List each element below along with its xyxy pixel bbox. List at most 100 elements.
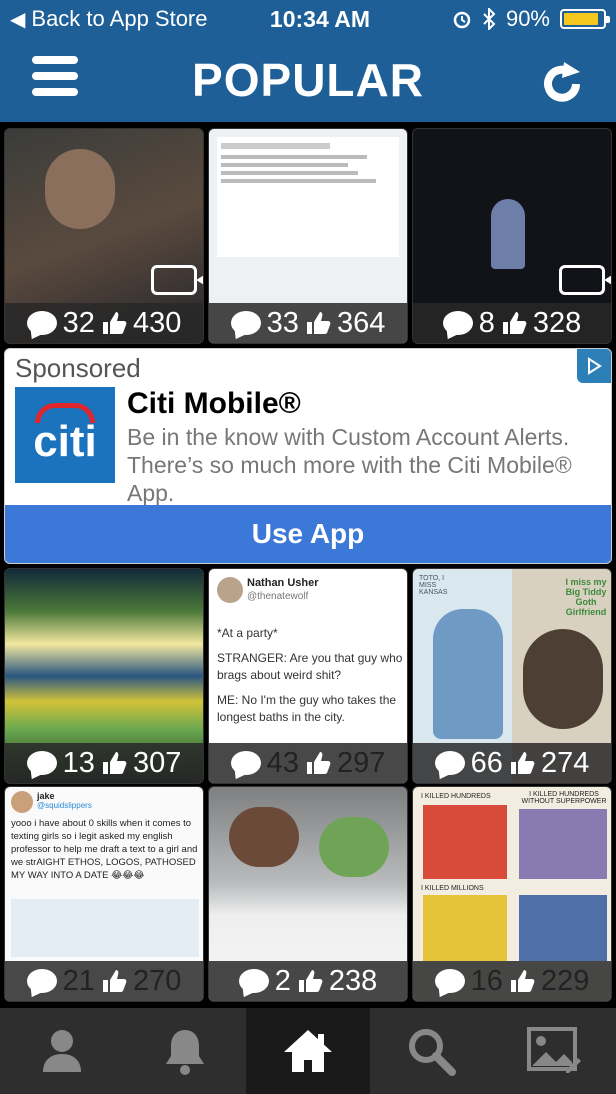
post-stats: 2 238 [209, 961, 407, 1001]
video-icon [151, 265, 203, 295]
tab-profile[interactable] [0, 1008, 123, 1094]
comment-count: 13 [62, 746, 95, 779]
tab-search[interactable] [370, 1008, 493, 1094]
nav-bar: POPULAR [0, 38, 616, 122]
post-row-3: jake @squidslippers yooo i have about 0 … [0, 786, 616, 1002]
comment-icon [434, 969, 465, 993]
comment-icon [26, 311, 57, 335]
profile-icon [42, 1030, 81, 1072]
back-chevron-icon: ◀ [10, 8, 26, 31]
menu-icon[interactable] [32, 56, 78, 102]
like-count: 270 [132, 964, 182, 997]
battery-percent: 90% [505, 6, 550, 31]
adchoices-icon[interactable] [577, 349, 611, 383]
post-image [319, 817, 389, 877]
back-to-app-store-link[interactable]: ◀ Back to App Store [0, 6, 250, 32]
tab-notifications[interactable] [123, 1008, 246, 1094]
like-count: 364 [336, 306, 386, 339]
comment-count: 66 [470, 746, 503, 779]
comment-icon [230, 311, 261, 335]
like-icon [306, 752, 331, 774]
post-tile[interactable]: 2 238 [208, 786, 408, 1002]
like-icon [510, 752, 535, 774]
avatar [217, 577, 243, 603]
alarm-icon [453, 11, 471, 29]
post-image [519, 895, 607, 961]
sponsored-label: Sponsored [15, 353, 141, 383]
post-tile[interactable]: TOTO, I MISS KANSAS I miss my Big Tiddy … [412, 568, 612, 784]
like-count: 307 [132, 746, 182, 779]
home-icon [284, 1030, 332, 1072]
post-stats: 32 430 [5, 303, 203, 343]
post-image [523, 629, 603, 729]
like-icon [102, 970, 127, 992]
post-image [11, 899, 199, 957]
post-image [519, 809, 607, 879]
post-image [423, 805, 507, 879]
like-count: 430 [132, 306, 182, 339]
post-stats: 16 229 [413, 961, 611, 1001]
like-icon [102, 752, 127, 774]
tab-bar [0, 1008, 616, 1094]
sponsored-ad[interactable]: Sponsored citi Citi Mobile® Be in the kn… [4, 348, 612, 564]
avatar [11, 791, 33, 813]
meme-text-top-left: I KILLED HUNDREDS [421, 793, 491, 800]
status-bar: ◀ Back to App Store 10:34 AM 90% [0, 0, 616, 38]
comic-tag: TOTO, I MISS KANSAS [419, 575, 448, 596]
meme-text-middle: I KILLED MILLIONS [421, 885, 484, 892]
comment-count: 32 [62, 306, 95, 339]
tweet-handle: @thenatewolf [247, 591, 309, 602]
post-tile[interactable]: Nathan Usher @thenatewolf *At a party* S… [208, 568, 408, 784]
post-tile[interactable]: 13 307 [4, 568, 204, 784]
post-image [229, 807, 299, 867]
like-icon [102, 312, 127, 334]
comment-count: 43 [266, 746, 299, 779]
like-count: 229 [540, 964, 590, 997]
comment-count: 2 [274, 964, 291, 997]
post-tile[interactable]: I KILLED HUNDREDS I KILLED HUNDREDS WITH… [412, 786, 612, 1002]
post-tile[interactable]: 32 430 [4, 128, 204, 344]
like-icon [510, 970, 535, 992]
post-row-2: 13 307 Nathan Usher @thenatewolf *At a p… [0, 568, 616, 784]
comment-count: 33 [266, 306, 299, 339]
post-image [217, 137, 399, 257]
comment-icon [26, 751, 57, 775]
citi-logo: citi [15, 387, 115, 483]
comment-icon [26, 969, 57, 993]
post-tile[interactable]: jake @squidslippers yooo i have about 0 … [4, 786, 204, 1002]
comment-icon [434, 751, 465, 775]
video-icon [559, 265, 611, 295]
ad-app-name: Citi Mobile® [127, 387, 301, 420]
like-icon [502, 312, 527, 334]
post-stats: 43 297 [209, 743, 407, 783]
status-time: 10:34 AM [269, 5, 371, 32]
comment-icon [238, 969, 269, 993]
post-row-1: 32 430 33 364 8 328 [0, 128, 616, 344]
comment-count: 21 [62, 964, 95, 997]
post-stats: 33 364 [209, 303, 407, 343]
like-count: 297 [336, 746, 386, 779]
search-icon [409, 1029, 457, 1076]
post-image [433, 609, 503, 739]
comment-count: 16 [470, 964, 503, 997]
post-stats: 13 307 [5, 743, 203, 783]
post-stats: 21 270 [5, 961, 203, 1001]
bluetooth-icon [483, 8, 496, 30]
comment-icon [230, 751, 261, 775]
use-app-button[interactable]: Use App [5, 505, 611, 563]
comment-icon [442, 311, 473, 335]
tab-upload[interactable] [493, 1008, 616, 1094]
refresh-icon[interactable] [538, 58, 586, 106]
bell-icon [165, 1030, 204, 1075]
like-icon [298, 970, 323, 992]
comic-caption: I miss my Big Tiddy Goth Girlfriend [565, 577, 607, 617]
post-tile[interactable]: 33 364 [208, 128, 408, 344]
meme-text-top-right: I KILLED HUNDREDS WITHOUT SUPERPOWER [521, 791, 607, 805]
ad-description: Be in the know with Custom Account Alert… [127, 424, 572, 506]
tab-home[interactable] [246, 1008, 370, 1094]
tweet-user: jake [37, 791, 55, 801]
page-title: POPULAR [192, 54, 424, 106]
tweet-user: Nathan Usher [247, 577, 319, 589]
like-count: 274 [540, 746, 590, 779]
post-tile[interactable]: 8 328 [412, 128, 612, 344]
